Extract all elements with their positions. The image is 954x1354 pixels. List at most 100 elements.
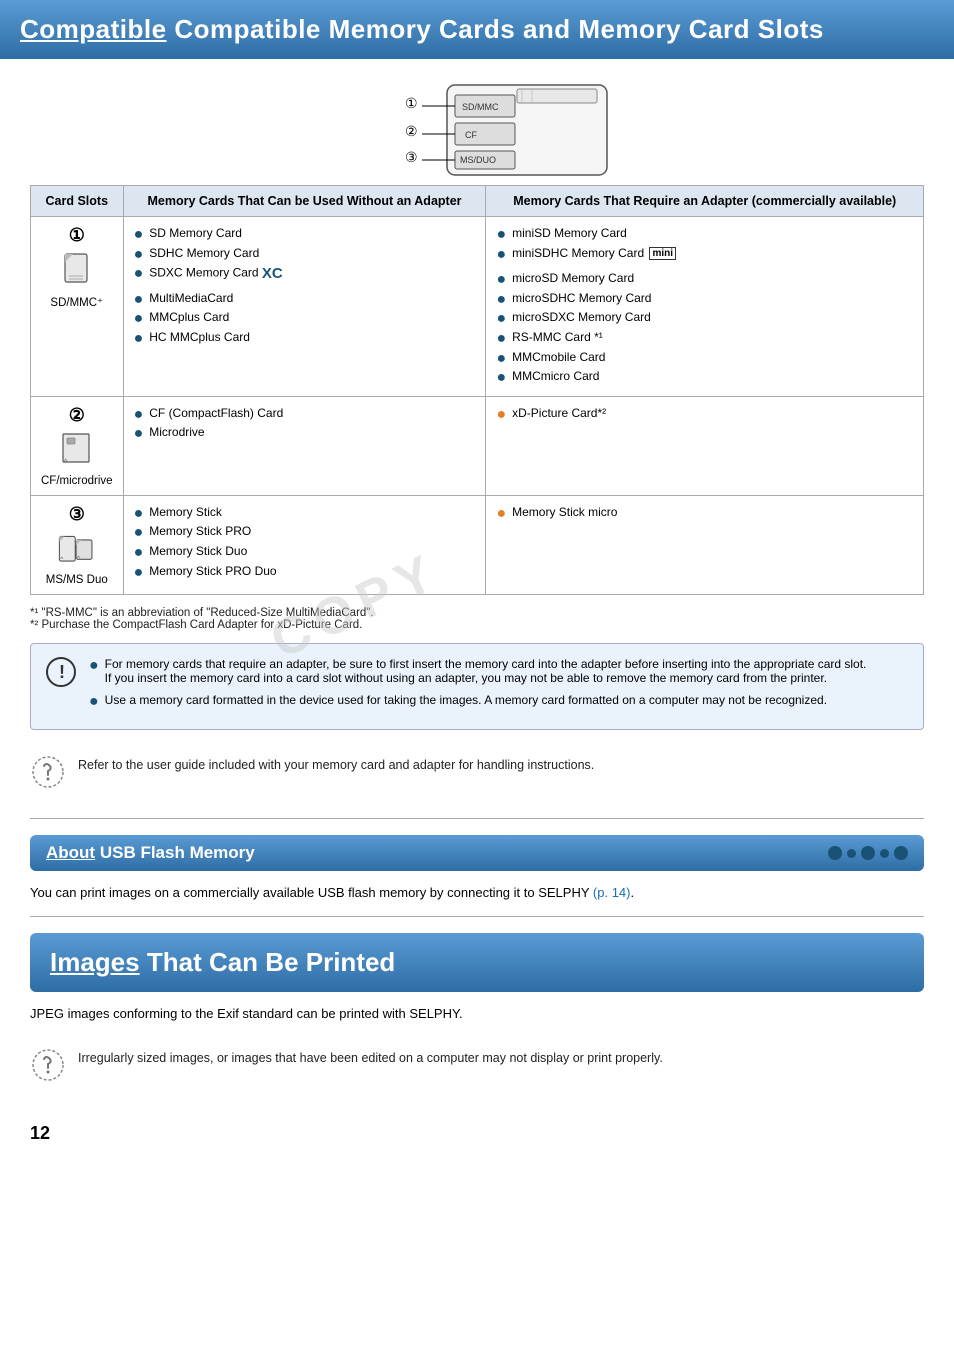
list-item: ●Memory Stick <box>134 504 476 524</box>
list-item: ●CF (CompactFlash) Card <box>134 405 476 425</box>
images-note-icon <box>30 1047 66 1083</box>
list-item: ●Memory Stick Duo <box>134 543 476 563</box>
note-text: Refer to the user guide included with yo… <box>78 754 594 772</box>
svg-text:MS/DUO: MS/DUO <box>460 155 496 165</box>
images-title-rest: That Can Be Printed <box>147 947 395 977</box>
memory-card-table: Card Slots Memory Cards That Can be Used… <box>30 185 924 595</box>
list-item: ●MMCmobile Card <box>496 349 913 369</box>
images-title-underline: Images <box>50 947 140 977</box>
list-item: ●xD-Picture Card*² <box>496 405 913 425</box>
svg-text:SD/MMC: SD/MMC <box>462 102 499 112</box>
warning-icon: ! <box>45 656 77 688</box>
slot-cell-2: ② ^ CF/microdrive <box>31 396 124 495</box>
main-content: SD/MMC CF MS/DUO ① ② ③ <box>0 75 954 1095</box>
cf-card-icon: ^ <box>55 426 99 470</box>
note-icon <box>30 754 66 790</box>
footnote-2: *² Purchase the CompactFlash Card Adapte… <box>30 619 924 631</box>
list-item: ●MultiMediaCard <box>134 290 476 310</box>
warning-text-1: For memory cards that require an adapter… <box>105 657 867 685</box>
svg-text:②: ② <box>405 123 418 139</box>
slot-cell-1: ① SD/MMC⁺ <box>31 217 124 397</box>
slot-cell-3: ③ ^ ^ MS/MS Duo <box>31 495 124 594</box>
page-header: Compatible Compatible Memory Cards and M… <box>0 0 954 59</box>
usb-dot-5 <box>894 846 908 860</box>
usb-link[interactable]: (p. 14) <box>593 885 631 900</box>
usb-dot-2 <box>847 849 856 858</box>
list-item: ●Memory Stick PRO Duo <box>134 563 476 583</box>
svg-text:!: ! <box>59 662 65 682</box>
page-number: 12 <box>0 1103 954 1154</box>
slots-diagram: SD/MMC CF MS/DUO ① ② ③ <box>317 75 637 185</box>
svg-text:^: ^ <box>77 555 80 562</box>
warning-item-1: ● For memory cards that require an adapt… <box>89 656 909 686</box>
title-text: Compatible Memory Cards and Memory Card … <box>174 14 824 44</box>
svg-text:③: ③ <box>405 149 418 165</box>
footnotes: *¹ "RS-MMC" is an abbreviation of "Reduc… <box>30 607 924 631</box>
images-section-title: Images That Can Be Printed <box>50 947 904 978</box>
col-header-without-adapter: Memory Cards That Can be Used Without an… <box>123 186 486 217</box>
usb-section-title: About USB Flash Memory <box>46 843 255 863</box>
slot-label-1: SD/MMC⁺ <box>41 295 113 309</box>
ms-with-adapter: ●Memory Stick micro <box>486 495 924 594</box>
images-text: JPEG images conforming to the Exif stand… <box>30 1006 924 1021</box>
note-box: Refer to the user guide included with yo… <box>30 742 924 802</box>
warning-item-2: ● Use a memory card formatted in the dev… <box>89 692 909 712</box>
usb-title-underline: About <box>46 843 95 862</box>
images-section-header: Images That Can Be Printed <box>30 933 924 992</box>
list-item: ●SDHC Memory Card <box>134 245 476 265</box>
usb-dot-4 <box>880 849 889 858</box>
usb-dot-3 <box>861 846 875 860</box>
svg-text:①: ① <box>405 95 418 111</box>
warning-text-2: Use a memory card formatted in the devic… <box>105 693 827 707</box>
section-divider <box>30 818 924 819</box>
usb-dot-1 <box>828 846 842 860</box>
ms-card-icon: ^ ^ <box>55 525 99 569</box>
list-item: ●SD Memory Card <box>134 225 476 245</box>
list-item: ●MMCmicro Card <box>496 368 913 388</box>
sd-without-adapter: ●SD Memory Card ●SDHC Memory Card ●SDXC … <box>123 217 486 397</box>
warning-box: ! ● For memory cards that require an ada… <box>30 643 924 731</box>
usb-dots <box>828 846 908 860</box>
slot-number-1: ① <box>41 225 113 246</box>
slot-number-2: ② <box>41 405 113 426</box>
slot-label-3: MS/MS Duo <box>41 574 113 586</box>
svg-text:CF: CF <box>465 130 477 140</box>
section-divider-2 <box>30 916 924 917</box>
list-item: ●SDXC Memory Card XC <box>134 264 476 284</box>
list-item: ●RS-MMC Card *¹ <box>496 329 913 349</box>
table-row: ② ^ CF/microdrive ●CF (CompactFlash) Car… <box>31 396 924 495</box>
diagram-area: SD/MMC CF MS/DUO ① ② ③ <box>30 75 924 175</box>
col-header-slots: Card Slots <box>31 186 124 217</box>
list-item: ●Microdrive <box>134 424 476 444</box>
list-item: ●microSDHC Memory Card <box>496 290 913 310</box>
usb-text-main: You can print images on a commercially a… <box>30 885 589 900</box>
list-item: ●miniSDHC Memory Card mini <box>496 245 913 265</box>
footnote-1: *¹ "RS-MMC" is an abbreviation of "Reduc… <box>30 607 924 619</box>
cf-without-adapter: ●CF (CompactFlash) Card ●Microdrive <box>123 396 486 495</box>
warning-content: ● For memory cards that require an adapt… <box>89 656 909 718</box>
col-header-with-adapter: Memory Cards That Require an Adapter (co… <box>486 186 924 217</box>
usb-title-rest: USB Flash Memory <box>100 843 255 862</box>
sd-card-icon <box>55 246 99 290</box>
cf-with-adapter: ●xD-Picture Card*² <box>486 396 924 495</box>
list-item: ●microSDXC Memory Card <box>496 309 913 329</box>
table-row: ① SD/MMC⁺ ●SD Memory Card ●SDHC Memory C… <box>31 217 924 397</box>
title-underline: Compatible <box>20 14 167 44</box>
minisdhc-logo: mini <box>649 247 676 260</box>
list-item: ●MMCplus Card <box>134 309 476 329</box>
usb-text: You can print images on a commercially a… <box>30 885 924 900</box>
table-row: ③ ^ ^ MS/MS Duo ●Memory S <box>31 495 924 594</box>
slot-label-2: CF/microdrive <box>41 475 113 487</box>
list-item: ●HC MMCplus Card <box>134 329 476 349</box>
svg-text:^: ^ <box>60 556 63 563</box>
diagram-container: SD/MMC CF MS/DUO ① ② ③ <box>317 75 637 175</box>
list-item: ●miniSD Memory Card <box>496 225 913 245</box>
slot-number-3: ③ <box>41 504 113 525</box>
images-note-text: Irregularly sized images, or images that… <box>78 1047 663 1065</box>
list-item: ●Memory Stick micro <box>496 504 913 524</box>
images-note-box: Irregularly sized images, or images that… <box>30 1035 924 1095</box>
list-item: ●microSD Memory Card <box>496 270 913 290</box>
sdxc-logo: XC <box>262 265 283 282</box>
memory-stick-micro-text: Memory Stick micro <box>512 505 617 519</box>
usb-section-header: About USB Flash Memory <box>30 835 924 871</box>
